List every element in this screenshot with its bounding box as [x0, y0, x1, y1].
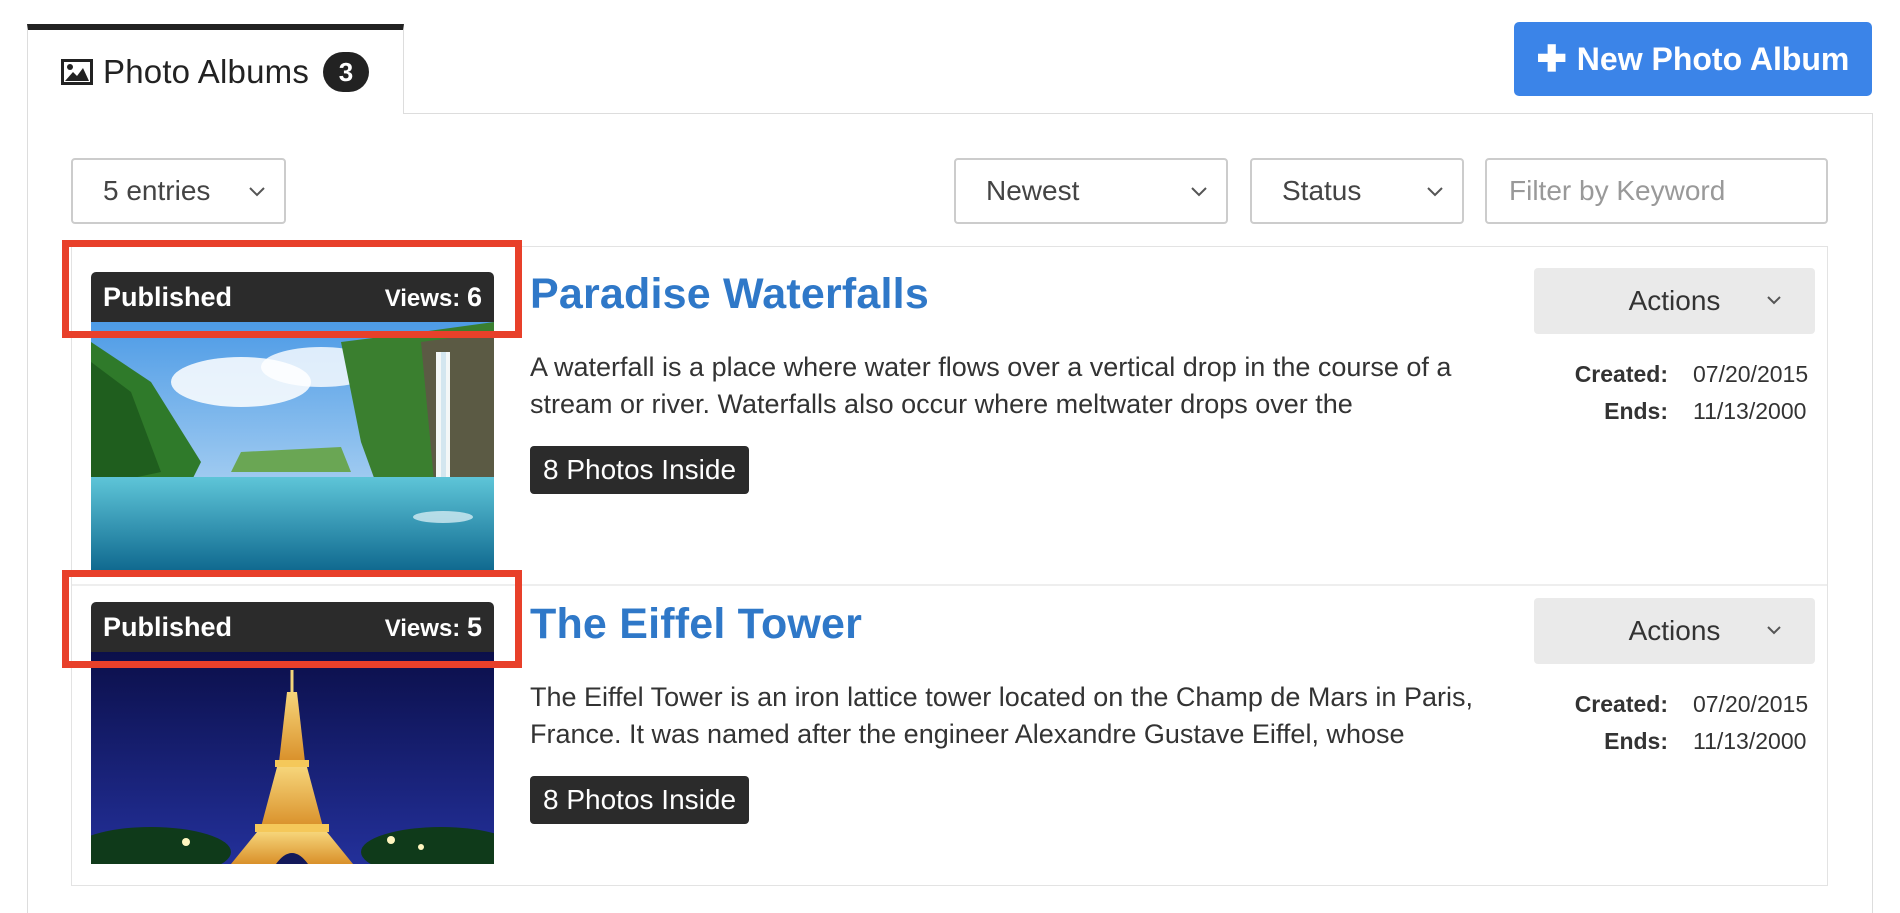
status-select-value: Status — [1282, 175, 1362, 206]
chevron-down-icon — [1767, 626, 1781, 635]
chevron-down-icon — [1427, 187, 1443, 197]
actions-dropdown-button[interactable]: Actions — [1534, 598, 1815, 664]
new-photo-album-label: New Photo Album — [1576, 40, 1850, 77]
created-date: 07/20/2015 — [1693, 361, 1809, 387]
entries-select[interactable]: 5 entries — [71, 158, 286, 224]
status-select[interactable]: Status — [1250, 158, 1464, 224]
created-label: Created: — [1574, 691, 1668, 717]
created-date: 07/20/2015 — [1693, 691, 1809, 717]
picture-icon — [61, 59, 93, 85]
ends-label: Ends: — [1604, 398, 1668, 424]
actions-dropdown-button[interactable]: Actions — [1534, 268, 1815, 334]
actions-label: Actions — [1628, 285, 1721, 316]
album-description: A waterfall is a place where water flows… — [530, 352, 1452, 419]
waterfall-image — [91, 322, 494, 570]
tab-title: Photo Albums — [103, 53, 310, 90]
photos-count-badge: 8 Photos Inside — [530, 446, 750, 494]
sort-select-value: Newest — [986, 175, 1080, 206]
ends-label: Ends: — [1604, 728, 1668, 754]
entries-select-value: 5 entries — [103, 175, 211, 206]
chevron-down-icon — [1767, 296, 1781, 305]
album-description: The Eiffel Tower is an iron lattice towe… — [530, 682, 1473, 749]
album-title-link[interactable]: The Eiffel Tower — [530, 600, 862, 649]
album-count-badge: 3 — [323, 52, 370, 92]
ends-date: 11/13/2000 — [1693, 398, 1807, 424]
album-dates: Created: 07/20/2015 Ends: 11/13/2000 — [1560, 686, 1808, 760]
highlight-box — [62, 240, 522, 338]
chevron-down-icon — [249, 187, 265, 197]
album-title-link[interactable]: Paradise Waterfalls — [530, 270, 929, 319]
keyword-filter-input[interactable] — [1485, 158, 1828, 224]
highlight-box — [62, 570, 522, 668]
ends-date: 11/13/2000 — [1693, 728, 1807, 754]
plus-icon: ✚ — [1536, 38, 1567, 79]
eiffel-tower-image — [91, 652, 494, 864]
actions-label: Actions — [1628, 615, 1721, 646]
new-photo-album-button[interactable]: ✚ New Photo Album — [1514, 22, 1872, 96]
photos-count-badge: 8 Photos Inside — [530, 776, 750, 824]
sort-select[interactable]: Newest — [954, 158, 1228, 224]
chevron-down-icon — [1191, 187, 1207, 197]
created-label: Created: — [1574, 361, 1668, 387]
tab-photo-albums[interactable]: Photo Albums 3 — [27, 24, 404, 114]
album-dates: Created: 07/20/2015 Ends: 11/13/2000 — [1560, 356, 1808, 430]
